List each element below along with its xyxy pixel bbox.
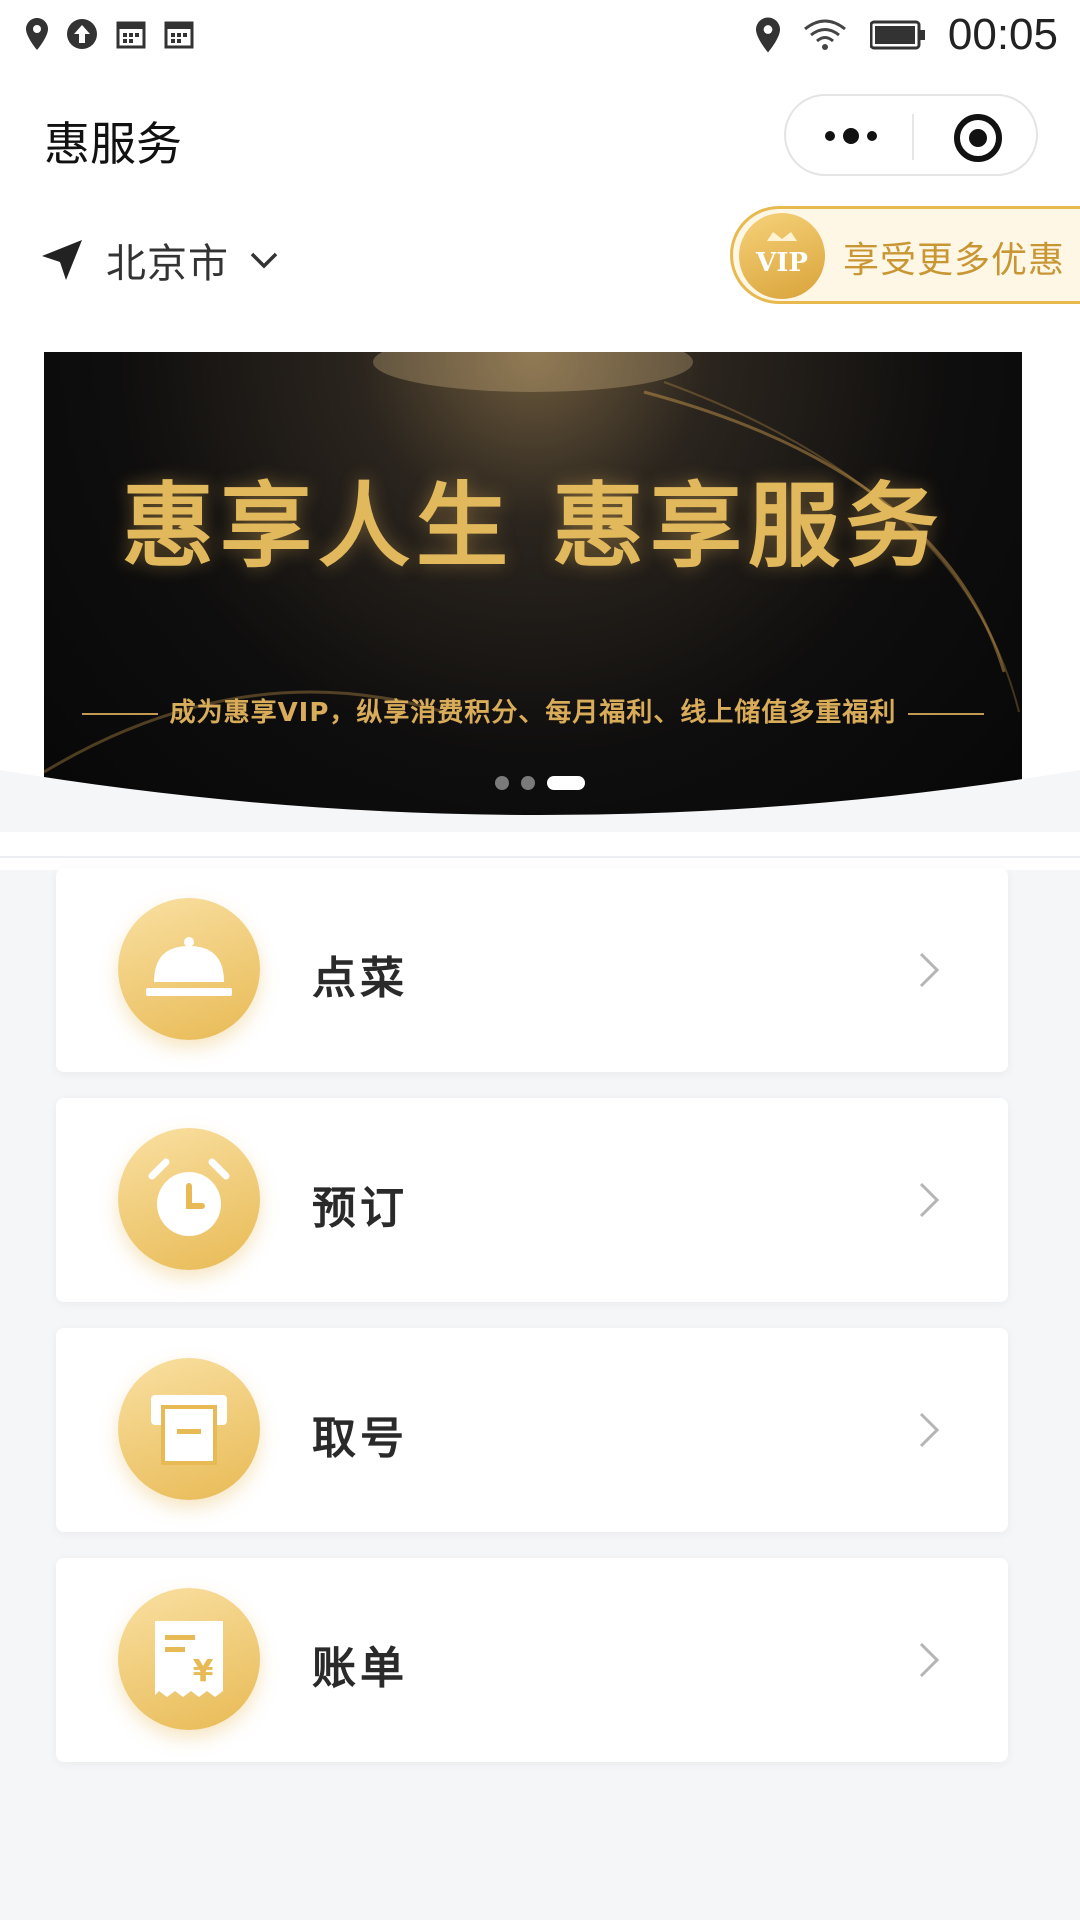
mini-program-capsule: [784, 94, 1038, 176]
carousel-dot-active[interactable]: [547, 776, 585, 790]
vip-promo-button[interactable]: VIP 享受更多优惠: [730, 206, 1080, 304]
chevron-right-icon: [919, 1182, 940, 1218]
title-bar: 惠服务: [0, 72, 1080, 202]
crown-icon: VIP: [755, 232, 808, 278]
menu-label: 点菜: [312, 953, 408, 1004]
status-bar: 00:05: [0, 0, 1080, 72]
upload-circle-icon: [67, 19, 97, 49]
gold-swirl-decoration: [44, 352, 1020, 774]
capsule-divider: [912, 114, 914, 160]
location-pin-icon: [26, 18, 48, 50]
calendar-icon: [116, 21, 146, 49]
menu-label: 账单: [312, 1643, 408, 1694]
menu-label: 预订: [312, 1183, 408, 1234]
chevron-down-icon: [250, 252, 278, 269]
city-selector[interactable]: 北京市: [40, 232, 279, 288]
navigation-arrow-icon: [42, 240, 82, 280]
svg-text:¥: ¥: [193, 1654, 214, 1689]
target-close-icon[interactable]: [952, 112, 1004, 164]
location-pin-icon: [755, 17, 780, 53]
divider: [0, 856, 1080, 858]
menu-item-order[interactable]: 点菜: [56, 868, 1008, 1072]
chevron-right-icon: [919, 1642, 940, 1678]
menu-item-queue-number[interactable]: 取号: [56, 1328, 1008, 1532]
banner-title: 惠享人生 惠享服务: [121, 472, 945, 580]
vip-badge-text: VIP: [755, 248, 808, 278]
carousel-dot[interactable]: [521, 776, 535, 790]
wifi-icon: [803, 19, 846, 50]
page-title: 惠服务: [44, 117, 182, 171]
bill-yuan-icon: ¥: [118, 1588, 260, 1730]
menu-item-bill[interactable]: ¥ 账单: [56, 1558, 1008, 1762]
more-dots-icon[interactable]: [820, 118, 882, 154]
banner-carousel[interactable]: 惠享人生 惠享服务 成为惠享VIP，纵享消费积分、每月福利、线上储值多重福利: [0, 352, 1080, 832]
battery-icon: [869, 20, 925, 50]
carousel-indicator: [0, 776, 1080, 790]
vip-crown-badge: VIP: [739, 213, 825, 299]
carousel-dot[interactable]: [495, 776, 509, 790]
banner-subtitle: 成为惠享VIP，纵享消费积分、每月福利、线上储值多重福利: [44, 692, 1022, 729]
service-bell-icon: [118, 898, 260, 1040]
vip-promo-text: 享受更多优惠: [843, 240, 1066, 281]
chevron-right-icon: [919, 952, 940, 988]
alarm-clock-icon: [118, 1128, 260, 1270]
city-label: 北京市: [106, 241, 229, 287]
calendar-icon: [164, 21, 194, 49]
menu-item-reserve[interactable]: 预订: [56, 1098, 1008, 1302]
menu-label: 取号: [312, 1413, 408, 1464]
banner-image[interactable]: 惠享人生 惠享服务 成为惠享VIP，纵享消费积分、每月福利、线上储值多重福利: [44, 352, 1022, 828]
status-time: 00:05: [947, 10, 1058, 59]
chevron-right-icon: [919, 1412, 940, 1448]
ticket-printer-icon: [118, 1358, 260, 1500]
